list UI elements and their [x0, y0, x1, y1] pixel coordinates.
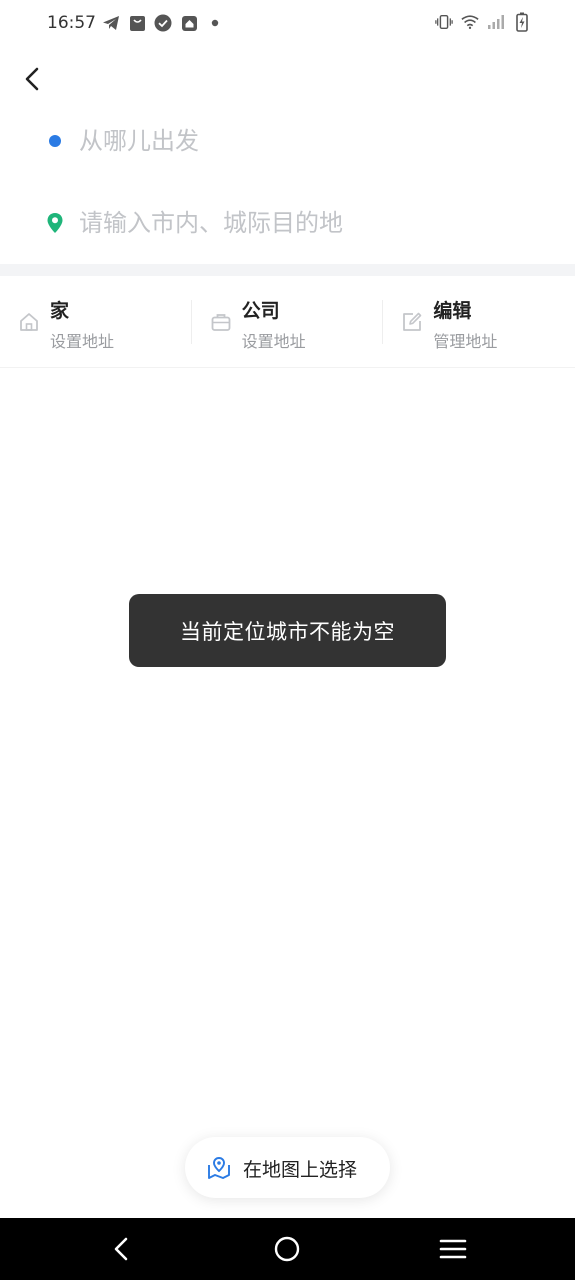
shortcut-company-subtitle: 设置地址 — [241, 332, 306, 351]
status-bar: 16:57 — [0, 0, 575, 48]
map-pin-icon — [206, 1156, 232, 1180]
nav-back-icon — [114, 1237, 128, 1261]
shortcut-home-title: 家 — [50, 300, 70, 322]
dot-icon — [206, 14, 224, 32]
nav-back-button[interactable] — [105, 1232, 139, 1266]
battery-charging-icon — [513, 12, 531, 32]
home-badge-icon — [180, 14, 198, 32]
home-icon — [18, 311, 40, 333]
briefcase-icon — [210, 311, 232, 333]
nav-home-icon — [274, 1236, 300, 1262]
wifi-icon — [461, 13, 479, 31]
shortcut-edit-subtitle: 管理地址 — [433, 332, 498, 351]
toast-text: 当前定位城市不能为空 — [180, 619, 395, 644]
back-button[interactable] — [14, 60, 52, 98]
vibrate-icon — [435, 13, 453, 31]
nav-menu-button[interactable] — [436, 1232, 470, 1266]
destination-input[interactable] — [79, 207, 539, 239]
status-system-icons — [435, 12, 531, 32]
shortcut-home-subtitle: 设置地址 — [50, 332, 115, 351]
shortcut-home[interactable]: 家 设置地址 — [0, 276, 192, 368]
status-notification-icons — [102, 14, 224, 32]
shortcut-company[interactable]: 公司 设置地址 — [192, 276, 384, 368]
shortcut-company-title: 公司 — [241, 300, 280, 322]
signal-icon — [487, 13, 505, 31]
origin-input[interactable] — [79, 125, 539, 157]
check-circle-icon — [154, 14, 172, 32]
status-time: 16:57 — [47, 13, 96, 33]
address-shortcuts: 家 设置地址 公司 设置地址 编辑 管理地址 — [0, 276, 575, 368]
shortcut-edit-title: 编辑 — [433, 300, 472, 322]
chevron-left-icon — [25, 67, 39, 91]
nav-home-button[interactable] — [270, 1232, 304, 1266]
nav-menu-icon — [439, 1239, 467, 1259]
origin-dot-icon — [49, 135, 61, 147]
edit-icon — [401, 311, 423, 333]
section-divider — [0, 264, 575, 276]
select-on-map-label: 在地图上选择 — [243, 1159, 358, 1181]
bag-icon — [128, 14, 146, 32]
route-from-row[interactable] — [0, 111, 575, 171]
toast-message: 当前定位城市不能为空 — [129, 594, 446, 667]
system-navigation-bar — [0, 1218, 575, 1280]
destination-pin-icon — [46, 212, 64, 234]
route-to-row[interactable] — [0, 193, 575, 253]
shortcut-edit[interactable]: 编辑 管理地址 — [383, 276, 575, 368]
select-on-map-button[interactable]: 在地图上选择 — [185, 1137, 390, 1198]
telegram-icon — [102, 14, 120, 32]
